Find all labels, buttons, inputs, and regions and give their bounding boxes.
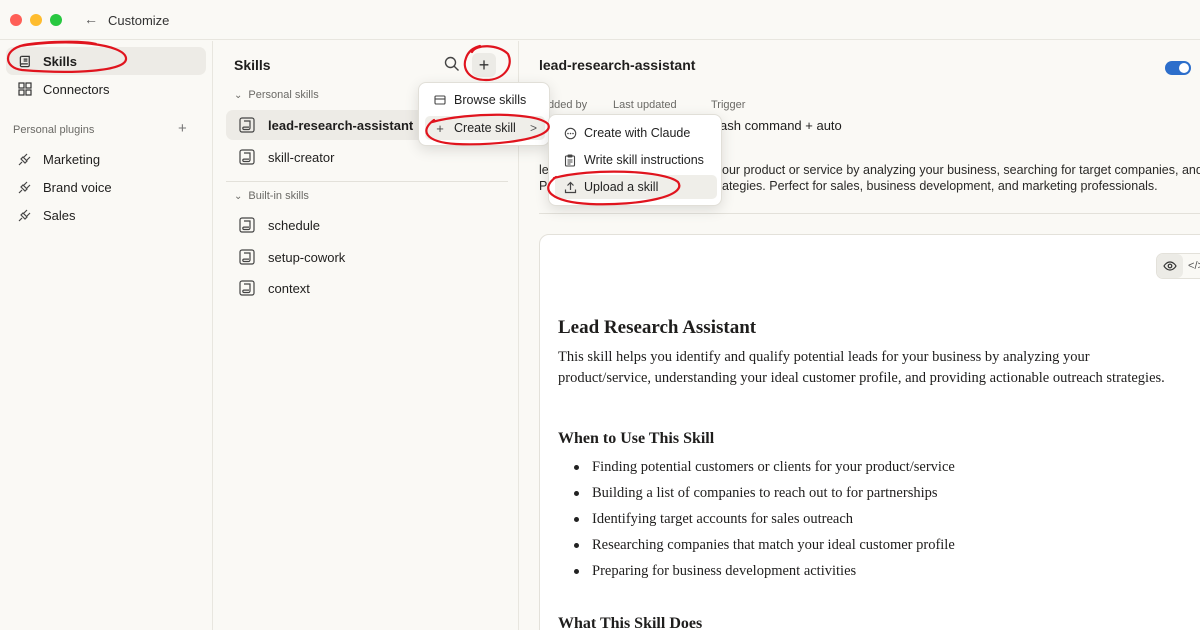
menu-item-label: Create skill [454, 121, 516, 135]
personal-skills-group[interactable]: ⌄ Personal skills [234, 89, 319, 101]
list-item: Preparing for business development activ… [574, 563, 856, 580]
list-item-text: Identifying target accounts for sales ou… [592, 511, 854, 527]
document-subheading: What This Skill Does [558, 615, 703, 630]
bullet [574, 543, 579, 548]
bullet [574, 465, 579, 470]
bullet [574, 569, 579, 574]
document-intro: This skill helps you identify and qualif… [558, 349, 1165, 386]
code-icon[interactable]: </> [1183, 254, 1200, 278]
sidebar-item-brand-voice[interactable]: Brand voice [6, 173, 206, 201]
menu-item-label: Write skill instructions [584, 153, 704, 167]
add-skill-menu: Browse skills + Create skill > [418, 82, 550, 146]
sidebar-item-label: Skills [43, 53, 77, 69]
skill-item-label: schedule [268, 217, 321, 233]
list-item: Building a list of companies to reach ou… [574, 485, 938, 502]
minimize-window-button[interactable] [30, 14, 42, 26]
plug-icon [17, 207, 33, 223]
view-mode-toggle[interactable]: </> [1156, 253, 1200, 279]
group-label: Built-in skills [248, 190, 309, 202]
personal-plugins-label: Personal plugins [13, 124, 95, 136]
back-arrow-icon[interactable]: ← [84, 11, 98, 27]
plug-icon [17, 151, 33, 167]
menu-item-create-with-claude[interactable]: Create with Claude [555, 121, 715, 145]
skill-item-setup-cowork[interactable]: setup-cowork [226, 242, 508, 272]
sidebar-item-connectors[interactable]: Connectors [6, 75, 206, 103]
sidebar-item-sales[interactable]: Sales [6, 201, 206, 229]
skill-document: </> Lead Research Assistant This skill h… [539, 234, 1200, 630]
create-skill-submenu: Create with Claude Write skill instructi… [548, 114, 722, 206]
sidebar-item-skills[interactable]: Skills [6, 47, 206, 75]
menu-item-label: Upload a skill [584, 180, 659, 194]
chat-bubble-icon [563, 126, 577, 140]
skill-enabled-toggle[interactable] [1165, 61, 1191, 75]
skill-item-label: context [268, 280, 310, 296]
eye-icon[interactable] [1157, 254, 1183, 278]
skill-scroll-icon [238, 248, 256, 266]
bullet [574, 517, 579, 522]
search-icon[interactable] [444, 56, 462, 74]
menu-item-write-skill-instructions[interactable]: Write skill instructions [555, 148, 715, 172]
description-line-start: P [539, 179, 548, 193]
description-line: our product or service by analyzing your… [722, 163, 1200, 177]
menu-item-label: Browse skills [454, 93, 527, 107]
sidebar-item-label: Brand voice [43, 179, 112, 195]
skill-item-label: lead-research-assistant [268, 117, 414, 133]
sidebar: Skills Connectors Personal plugins + Mar… [0, 41, 213, 630]
chevron-down-icon: ⌄ [234, 190, 243, 202]
list-item-text: Finding potential customers or clients f… [592, 459, 955, 475]
skill-scroll-icon [238, 116, 256, 134]
meta-value-trigger: ash command + auto [720, 118, 842, 133]
list-item-text: Building a list of companies to reach ou… [592, 485, 938, 501]
chevron-right-icon: > [529, 121, 537, 135]
menu-item-label: Create with Claude [584, 126, 691, 140]
skill-scroll-icon [17, 53, 33, 69]
plus-icon: + [436, 120, 444, 136]
skills-panel-title: Skills [234, 57, 271, 73]
description-line: ategies. Perfect for sales, business dev… [722, 179, 1158, 193]
meta-label-trigger: Trigger [711, 99, 746, 111]
skill-scroll-icon [238, 216, 256, 234]
skill-item-context[interactable]: context [226, 273, 508, 303]
sidebar-item-label: Sales [43, 207, 76, 223]
list-item-text: Researching companies that match your id… [592, 537, 955, 553]
window-title: Customize [108, 13, 170, 28]
menu-item-upload-a-skill[interactable]: Upload a skill [555, 175, 717, 199]
list-item: Researching companies that match your id… [574, 537, 955, 554]
add-skill-button[interactable]: + [472, 53, 496, 77]
add-plugin-button[interactable]: + [178, 120, 187, 137]
meta-label-last-updated: Last updated [613, 99, 677, 111]
list-item-text: Preparing for business development activ… [592, 563, 857, 579]
list-item: Finding potential customers or clients f… [574, 459, 955, 476]
menu-item-create-skill[interactable]: + Create skill > [425, 116, 545, 140]
clipboard-icon [563, 153, 577, 167]
maximize-window-button[interactable] [50, 14, 62, 26]
skill-item-schedule[interactable]: schedule [226, 210, 508, 240]
upload-icon [563, 180, 577, 194]
skill-item-label: setup-cowork [268, 249, 346, 265]
document-heading: Lead Research Assistant [558, 317, 757, 338]
meta-label-added-by: dded by [548, 99, 588, 111]
skill-item-skill-creator[interactable]: skill-creator [226, 142, 508, 172]
sidebar-item-label: Connectors [43, 81, 110, 97]
divider [226, 181, 508, 182]
group-label: Personal skills [248, 89, 319, 101]
bullet [574, 491, 579, 496]
skill-scroll-icon [238, 148, 256, 166]
built-in-skills-group[interactable]: ⌄ Built-in skills [234, 190, 309, 202]
document-subheading: When to Use This Skill [558, 430, 715, 447]
sidebar-item-marketing[interactable]: Marketing [6, 145, 206, 173]
list-item: Identifying target accounts for sales ou… [574, 511, 853, 528]
skill-scroll-icon [238, 279, 256, 297]
divider [539, 213, 1200, 214]
skill-item-label: skill-creator [268, 149, 335, 165]
sidebar-item-label: Marketing [43, 151, 101, 167]
title-bar: ← Customize [0, 0, 1200, 40]
plug-icon [17, 179, 33, 195]
skill-title: lead-research-assistant [539, 57, 696, 73]
browse-icon [433, 93, 447, 107]
chevron-down-icon: ⌄ [234, 89, 243, 101]
menu-item-browse-skills[interactable]: Browse skills [425, 88, 543, 112]
connectors-grid-icon [17, 81, 33, 97]
close-window-button[interactable] [10, 14, 22, 26]
